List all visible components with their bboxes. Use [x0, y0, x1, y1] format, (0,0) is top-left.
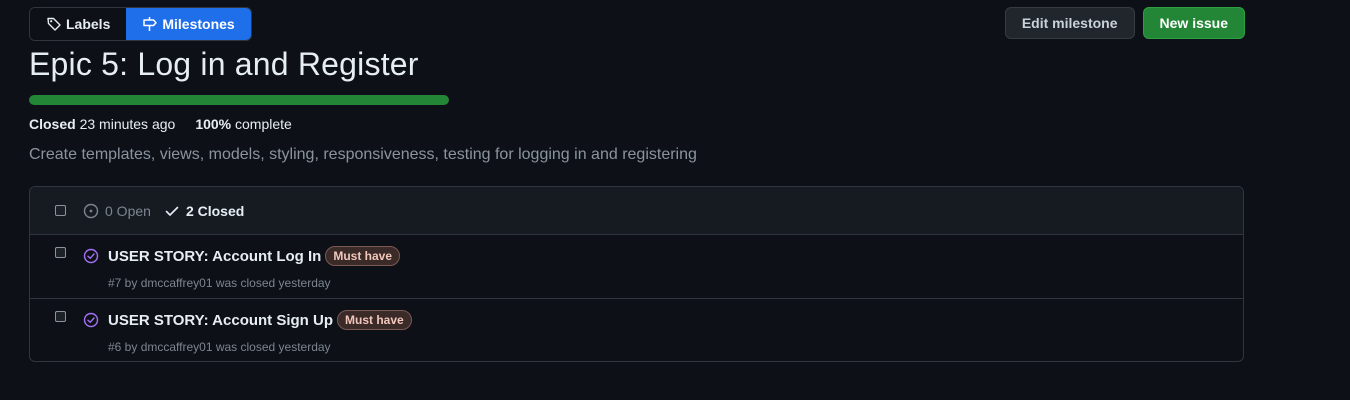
issue-title-link[interactable]: USER STORY: Account Log In	[108, 248, 321, 265]
issue-meta: #6 by dmccaffrey01 was closed yesterday	[108, 340, 331, 354]
issue-closed-icon	[83, 312, 99, 328]
milestone-meta: Closed 23 minutes ago 100% complete	[29, 116, 292, 132]
milestone-icon	[143, 17, 158, 31]
completion-label: complete	[235, 116, 292, 132]
labels-tab-label: Labels	[66, 16, 111, 32]
issue-title-line: USER STORY: Account Sign Up Must have	[108, 310, 412, 330]
select-all-checkbox[interactable]	[55, 205, 66, 216]
open-issues-toggle[interactable]: 0 Open	[83, 203, 151, 219]
milestone-title: Epic 5: Log in and Register	[29, 46, 419, 82]
issues-list-header: 0 Open 2 Closed	[30, 187, 1243, 235]
issue-title-link[interactable]: USER STORY: Account Sign Up	[108, 312, 333, 329]
completion-percent: 100%	[195, 116, 232, 132]
issue-checkbox[interactable]	[55, 311, 66, 322]
labels-tab[interactable]: Labels	[30, 8, 127, 40]
milestone-description: Create templates, views, models, styling…	[29, 146, 697, 163]
tag-icon	[47, 17, 61, 31]
milestone-page: Labels Milestones Edit milestone New iss…	[0, 0, 1350, 400]
issue-meta: #7 by dmccaffrey01 was closed yesterday	[108, 276, 331, 290]
check-icon	[165, 206, 179, 216]
issue-closed-icon	[83, 248, 99, 264]
issue-title-line: USER STORY: Account Log In Must have	[108, 246, 401, 266]
closed-time: 23 minutes ago	[79, 116, 176, 132]
issue-row: USER STORY: Account Sign Up Must have #6…	[30, 299, 1243, 361]
top-actions: Edit milestone New issue	[1004, 7, 1245, 39]
closed-issues-label: 2 Closed	[185, 202, 245, 219]
new-issue-button[interactable]: New issue	[1142, 7, 1245, 39]
milestones-tab[interactable]: Milestones	[126, 8, 251, 40]
issue-open-icon	[83, 203, 99, 218]
progress-bar	[29, 95, 449, 105]
subnav: Labels Milestones	[29, 7, 252, 41]
closed-label: Closed	[29, 116, 76, 132]
progress-fill	[29, 95, 449, 105]
closed-issues-toggle[interactable]: 2 Closed	[164, 203, 244, 219]
edit-milestone-button[interactable]: Edit milestone	[1004, 7, 1135, 39]
issue-label-badge[interactable]: Must have	[325, 246, 401, 266]
milestones-tab-label: Milestones	[162, 16, 235, 32]
issue-checkbox[interactable]	[55, 247, 66, 258]
issues-list: 0 Open 2 Closed USER STORY: Account Log …	[29, 186, 1244, 362]
issue-label-badge[interactable]: Must have	[337, 310, 412, 330]
open-issues-label: 0 Open	[105, 202, 151, 219]
closed-status: Closed 23 minutes ago	[29, 116, 175, 132]
issue-row: USER STORY: Account Log In Must have #7 …	[30, 235, 1243, 299]
completion-status: 100% complete	[195, 116, 292, 132]
